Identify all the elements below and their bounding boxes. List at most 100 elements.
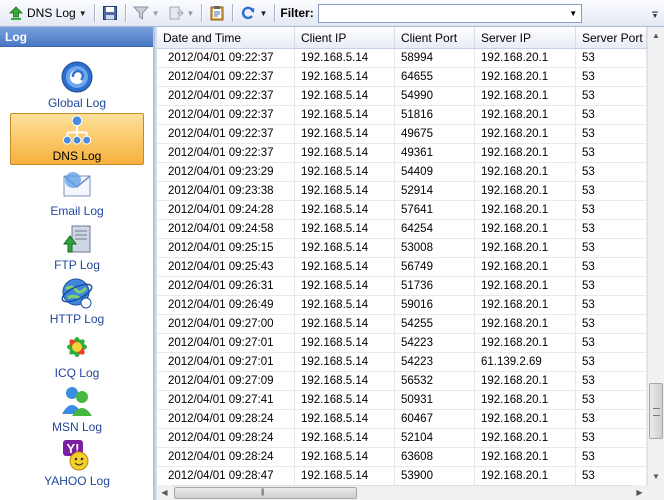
table-row[interactable]: 2012/04/01 09:28:24 192.168.5.14 52104 192.… <box>157 429 647 448</box>
filter-input[interactable] <box>318 4 565 22</box>
sidebar-item-global-log[interactable]: Global Log <box>10 59 144 111</box>
column-header-date-time[interactable]: Date and Time <box>157 27 295 48</box>
scroll-up-icon[interactable]: ▲ <box>648 27 664 44</box>
table-row[interactable]: 2012/04/01 09:22:37 192.168.5.14 58994 192.… <box>157 49 647 68</box>
cell-date-time: 2012/04/01 09:26:31 <box>157 277 295 295</box>
cell-date-time: 2012/04/01 09:24:58 <box>157 220 295 238</box>
refresh-button[interactable]: ▼ <box>238 3 269 23</box>
cell-date-time: 2012/04/01 09:22:37 <box>157 87 295 105</box>
scroll-right-icon[interactable]: ▶ <box>632 485 647 500</box>
table-row[interactable]: 2012/04/01 09:27:01 192.168.5.14 54223 192.… <box>157 334 647 353</box>
cell-date-time: 2012/04/01 09:22:37 <box>157 49 295 67</box>
filter-combobox[interactable]: ▼ <box>317 3 582 23</box>
table-row[interactable]: 2012/04/01 09:25:15 192.168.5.14 53008 192.… <box>157 239 647 258</box>
cell-date-time: 2012/04/01 09:22:37 <box>157 106 295 124</box>
cell-server-ip: 192.168.20.1 <box>475 144 576 162</box>
log-table: Date and Time Client IP Client Port Serv… <box>157 27 664 500</box>
sidebar-item-http-log[interactable]: HTTP Log <box>10 275 144 327</box>
cell-server-ip: 192.168.20.1 <box>475 372 576 390</box>
vertical-scroll-thumb[interactable] <box>649 383 663 439</box>
cell-server-port: 53 <box>576 372 647 390</box>
table-row[interactable]: 2012/04/01 09:28:24 192.168.5.14 63608 192.… <box>157 448 647 467</box>
table-row[interactable]: 2012/04/01 09:24:58 192.168.5.14 64254 192.… <box>157 220 647 239</box>
cell-client-port: 59016 <box>395 296 475 314</box>
cell-client-port: 54990 <box>395 87 475 105</box>
sidebar-item-icq-log[interactable]: ICQ Log <box>10 329 144 381</box>
cell-server-ip: 192.168.20.1 <box>475 220 576 238</box>
chevron-down-icon: ▼ <box>151 8 160 18</box>
cell-date-time: 2012/04/01 09:24:28 <box>157 201 295 219</box>
table-row[interactable]: 2012/04/01 09:25:43 192.168.5.14 56749 192.… <box>157 258 647 277</box>
cell-client-port: 52914 <box>395 182 475 200</box>
cell-server-port: 53 <box>576 258 647 276</box>
sidebar-item-yahoo-log[interactable]: Y! YAHOO Log <box>10 437 144 489</box>
table-row[interactable]: 2012/04/01 09:22:37 192.168.5.14 51816 192.… <box>157 106 647 125</box>
table-row[interactable]: 2012/04/01 09:22:37 192.168.5.14 49361 192.… <box>157 144 647 163</box>
cell-client-ip: 192.168.5.14 <box>295 106 395 124</box>
horizontal-scroll-thumb[interactable]: ||| <box>174 487 357 499</box>
table-row[interactable]: 2012/04/01 09:22:37 192.168.5.14 64655 192.… <box>157 68 647 87</box>
table-row[interactable]: 2012/04/01 09:27:09 192.168.5.14 56532 192.… <box>157 372 647 391</box>
cell-client-port: 64254 <box>395 220 475 238</box>
export-button[interactable]: ▼ <box>166 3 197 23</box>
scroll-down-icon[interactable]: ▼ <box>648 468 664 485</box>
cell-server-ip: 192.168.20.1 <box>475 296 576 314</box>
http-log-icon <box>61 278 93 309</box>
sidebar-item-dns-log[interactable]: DNS Log <box>10 113 144 165</box>
cell-server-ip: 192.168.20.1 <box>475 182 576 200</box>
cell-client-port: 54223 <box>395 334 475 352</box>
toolbar-overflow-icon[interactable]: ▁ ▼ <box>650 6 660 20</box>
sidebar-item-ftp-log[interactable]: FTP Log <box>10 221 144 273</box>
cell-client-port: 56749 <box>395 258 475 276</box>
sidebar-item-email-log[interactable]: Email Log <box>10 167 144 219</box>
cell-server-port: 53 <box>576 49 647 67</box>
dns-log-icon <box>62 115 92 145</box>
save-button[interactable] <box>100 3 120 23</box>
toolbar: DNS Log ▼ ▼ ▼ ▼ Filter: ▼ ▁ ▼ <box>0 0 664 27</box>
sidebar-item-label: HTTP Log <box>49 312 105 326</box>
column-header-client-ip[interactable]: Client IP <box>295 27 395 48</box>
sidebar-item-msn-log[interactable]: MSN Log <box>10 383 144 435</box>
table-row[interactable]: 2012/04/01 09:27:01 192.168.5.14 54223 61.1… <box>157 353 647 372</box>
table-row[interactable]: 2012/04/01 09:28:47 192.168.5.14 53900 192.… <box>157 467 647 486</box>
cell-client-port: 49361 <box>395 144 475 162</box>
table-row[interactable]: 2012/04/01 09:24:28 192.168.5.14 57641 192.… <box>157 201 647 220</box>
cell-client-port: 64655 <box>395 68 475 86</box>
column-header-server-port[interactable]: Server Port <box>576 27 647 48</box>
clipboard-icon <box>210 6 224 21</box>
toolbar-separator <box>201 4 203 22</box>
cell-date-time: 2012/04/01 09:27:41 <box>157 391 295 409</box>
cell-date-time: 2012/04/01 09:25:15 <box>157 239 295 257</box>
cell-server-port: 53 <box>576 87 647 105</box>
cell-client-port: 54255 <box>395 315 475 333</box>
table-row[interactable]: 2012/04/01 09:22:37 192.168.5.14 54990 192.… <box>157 87 647 106</box>
log-type-label: DNS Log <box>27 6 76 20</box>
scroll-left-icon[interactable]: ◀ <box>157 485 172 500</box>
cell-server-port: 53 <box>576 106 647 124</box>
table-row[interactable]: 2012/04/01 09:23:29 192.168.5.14 54409 192.… <box>157 163 647 182</box>
cell-client-port: 60467 <box>395 410 475 428</box>
toolbar-separator <box>274 4 276 22</box>
log-type-dropdown[interactable]: DNS Log ▼ <box>6 3 89 23</box>
table-row[interactable]: 2012/04/01 09:23:38 192.168.5.14 52914 192.… <box>157 182 647 201</box>
vertical-scrollbar[interactable]: ▲ ▼ <box>647 27 664 485</box>
table-row[interactable]: 2012/04/01 09:26:31 192.168.5.14 51736 192.… <box>157 277 647 296</box>
cell-client-ip: 192.168.5.14 <box>295 372 395 390</box>
sidebar-item-label: DNS Log <box>52 149 102 163</box>
table-row[interactable]: 2012/04/01 09:28:24 192.168.5.14 60467 192.… <box>157 410 647 429</box>
cell-client-ip: 192.168.5.14 <box>295 296 395 314</box>
chevron-down-icon[interactable]: ▼ <box>566 5 581 22</box>
chevron-down-icon: ▼ <box>259 8 268 18</box>
clipboard-button[interactable] <box>207 3 227 23</box>
table-row[interactable]: 2012/04/01 09:26:49 192.168.5.14 59016 192.… <box>157 296 647 315</box>
table-row[interactable]: 2012/04/01 09:27:41 192.168.5.14 50931 192.… <box>157 391 647 410</box>
cell-client-port: 52104 <box>395 429 475 447</box>
filter-funnel-button[interactable]: ▼ <box>131 3 162 23</box>
scrollbar-corner <box>647 485 664 500</box>
column-header-client-port[interactable]: Client Port <box>395 27 475 48</box>
table-row[interactable]: 2012/04/01 09:22:37 192.168.5.14 49675 192.… <box>157 125 647 144</box>
horizontal-scrollbar[interactable]: ◀ ||| ▶ <box>157 485 647 500</box>
upload-arrow-icon <box>9 6 23 20</box>
column-header-server-ip[interactable]: Server IP <box>475 27 576 48</box>
table-row[interactable]: 2012/04/01 09:27:00 192.168.5.14 54255 192.… <box>157 315 647 334</box>
